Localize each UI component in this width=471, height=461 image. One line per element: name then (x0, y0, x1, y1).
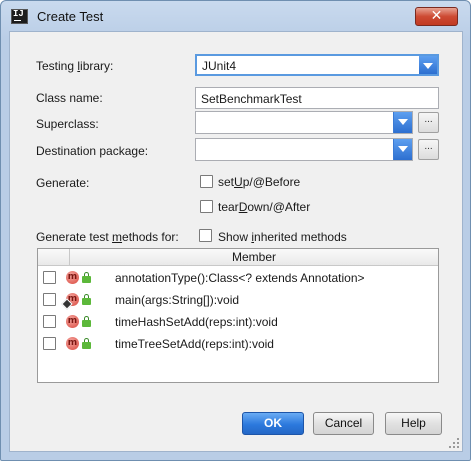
teardown-label-suffix: own/@After (247, 200, 311, 214)
teardown-label[interactable]: tearDown/@After (218, 200, 310, 214)
class-name-value: SetBenchmarkTest (201, 92, 302, 106)
method-icon: m (66, 315, 79, 328)
testing-library-label: Testing library: (36, 59, 113, 73)
destination-package-select[interactable] (195, 138, 413, 161)
generate-methods-label-prefix: Generate test (36, 230, 113, 244)
superclass-browse-button[interactable]: ... (418, 112, 439, 133)
method-icon: m (66, 271, 79, 284)
superclass-select[interactable] (195, 111, 413, 134)
member-signature: main(args:String[]):void (115, 293, 240, 307)
teardown-checkbox[interactable] (200, 200, 213, 213)
member-table[interactable]: Member m annotationType():Class<? extend… (37, 248, 439, 383)
ok-button[interactable]: OK (242, 412, 304, 435)
lock-icon (82, 272, 91, 283)
setup-label[interactable]: setUp/@Before (218, 175, 300, 189)
setup-label-mnemonic: U (234, 175, 243, 189)
title-bar[interactable]: IJ Create Test ✕ (1, 1, 470, 31)
close-button[interactable]: ✕ (415, 7, 458, 26)
generate-methods-label-mnemonic: m (112, 230, 123, 244)
app-icon-text: IJ (13, 9, 24, 19)
show-inherited-label[interactable]: Show inherited methods (218, 230, 347, 244)
show-inherited-checkbox[interactable] (199, 229, 212, 242)
row-checkbox[interactable] (43, 337, 56, 350)
class-name-input[interactable]: SetBenchmarkTest (195, 87, 439, 109)
generate-methods-label: Generate test methods for: (36, 230, 179, 244)
table-header: Member (38, 249, 438, 266)
show-inherited-label-prefix: Show (218, 230, 252, 244)
row-checkbox[interactable] (43, 315, 56, 328)
cancel-button[interactable]: Cancel (313, 412, 374, 435)
member-signature: timeTreeSetAdd(reps:int):void (115, 337, 274, 351)
method-icon: m (66, 337, 79, 350)
class-name-label: Class name: (36, 91, 103, 105)
dialog-content: Testing library: JUnit4 Class name: SetB… (9, 31, 463, 452)
testing-library-label-suffix: ibrary: (80, 59, 114, 73)
testing-library-value: JUnit4 (202, 59, 237, 73)
destination-package-label: Destination package: (36, 144, 149, 158)
destination-package-browse-button[interactable]: ... (418, 139, 439, 160)
table-row[interactable]: m timeHashSetAdd(reps:int):void (38, 311, 438, 333)
checkbox-column-header[interactable] (38, 249, 70, 265)
lock-icon (82, 316, 91, 327)
lock-icon (82, 294, 91, 305)
superclass-label: Superclass: (36, 117, 99, 131)
resize-grip-icon[interactable] (448, 437, 460, 449)
table-row[interactable]: m main(args:String[]):void (38, 289, 438, 311)
testing-library-select[interactable]: JUnit4 (195, 54, 439, 76)
show-inherited-label-suffix: nherited methods (254, 230, 347, 244)
lock-icon (82, 338, 91, 349)
row-checkbox[interactable] (43, 293, 56, 306)
intellij-app-icon: IJ (11, 9, 28, 24)
testing-library-label-prefix: Testing (36, 59, 78, 73)
create-test-dialog: IJ Create Test ✕ Testing library: JUnit4… (0, 0, 471, 461)
generate-label: Generate: (36, 176, 90, 190)
window-title: Create Test (37, 9, 104, 24)
teardown-label-prefix: tear (218, 200, 239, 214)
chevron-down-icon[interactable] (393, 112, 412, 133)
setup-label-prefix: set (218, 175, 235, 189)
help-button[interactable]: Help (385, 412, 442, 435)
setup-checkbox[interactable] (200, 175, 213, 188)
table-row[interactable]: m timeTreeSetAdd(reps:int):void (38, 333, 438, 355)
chevron-down-icon[interactable] (419, 56, 437, 74)
member-signature: annotationType():Class<? extends Annotat… (115, 271, 365, 285)
table-row[interactable]: m annotationType():Class<? extends Annot… (38, 267, 438, 289)
generate-methods-label-suffix: ethods for: (122, 230, 179, 244)
row-checkbox[interactable] (43, 271, 56, 284)
member-signature: timeHashSetAdd(reps:int):void (115, 315, 278, 329)
setup-label-suffix: p/@Before (242, 175, 301, 189)
member-column-header[interactable]: Member (70, 250, 438, 264)
chevron-down-icon[interactable] (393, 139, 412, 160)
